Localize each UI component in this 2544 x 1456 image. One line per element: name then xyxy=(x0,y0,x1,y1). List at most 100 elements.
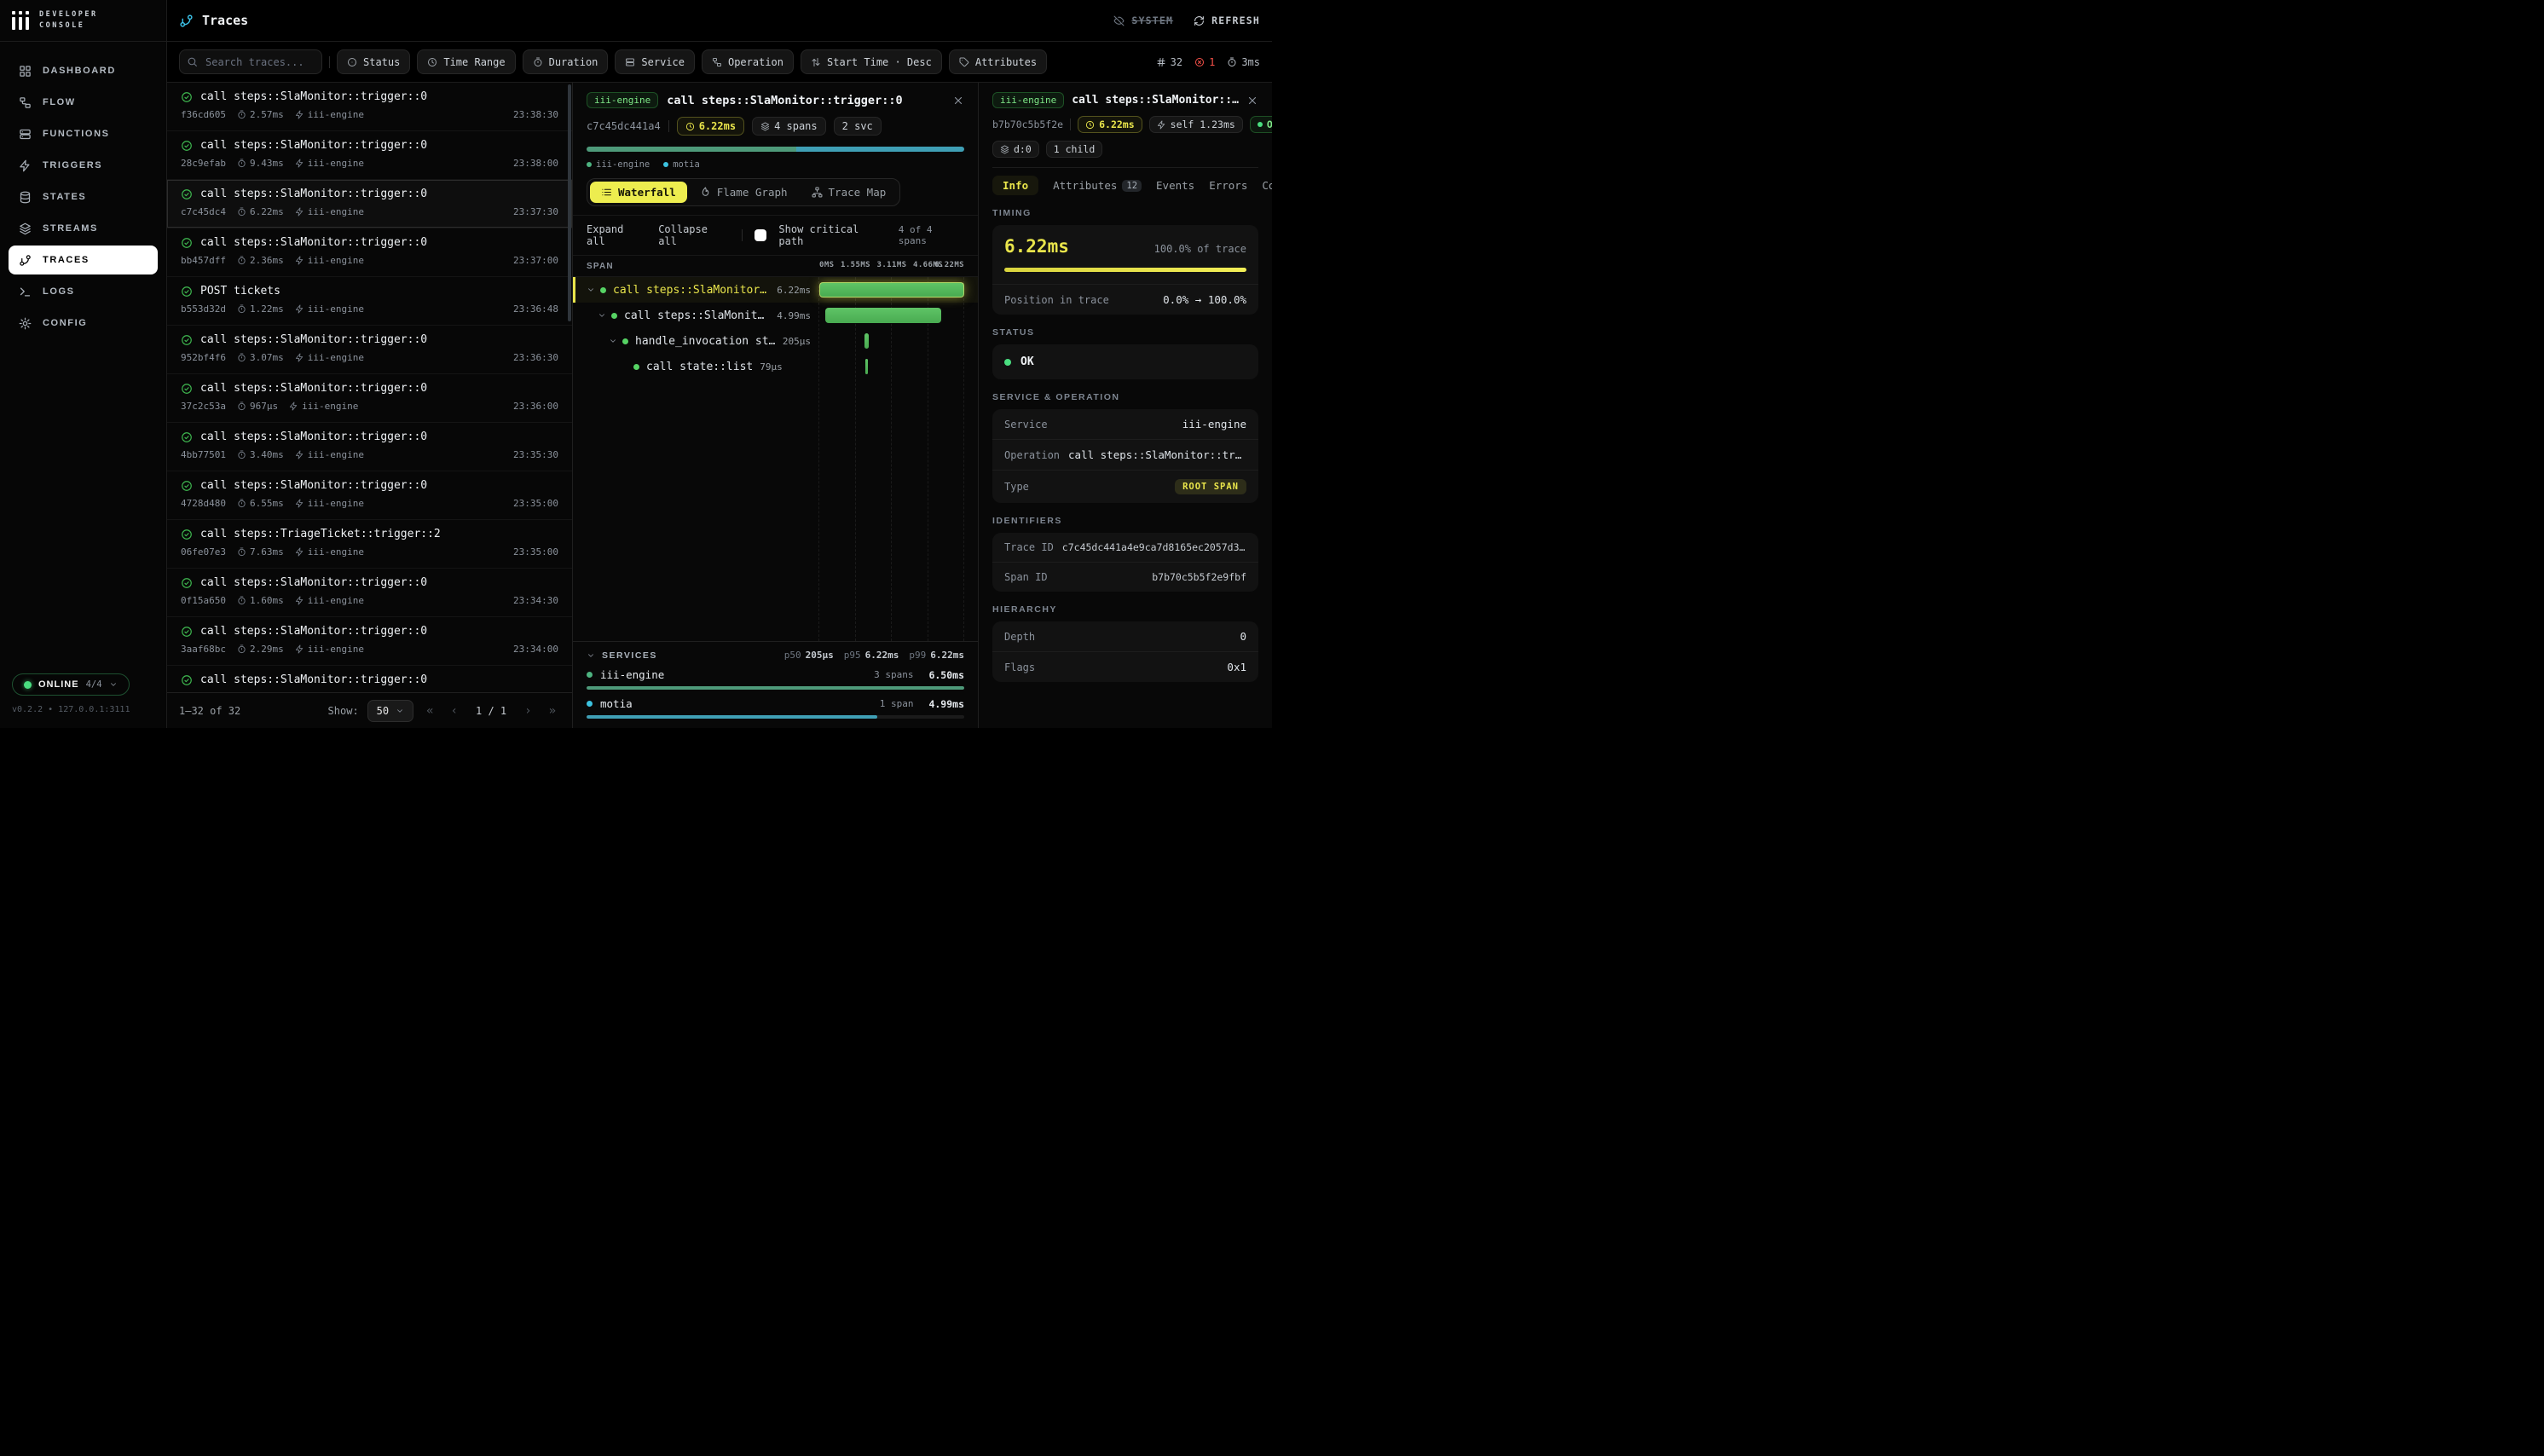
sidebar-item-flow[interactable]: FLOW xyxy=(9,88,158,117)
trace-item-time: 23:38:00 xyxy=(513,158,558,169)
span-count: 4 of 4 spans xyxy=(899,224,964,246)
waterfall-span-row[interactable]: call state::list79µs xyxy=(573,354,978,379)
page-size-select[interactable]: 50 xyxy=(367,700,413,722)
tab-trace-map[interactable]: Trace Map xyxy=(801,182,898,203)
collapse-all-button[interactable]: Collapse all xyxy=(658,223,730,247)
identifier-row: Span IDb7b70c5b5f2e9fbf xyxy=(992,562,1258,592)
service-duration: 4.99ms xyxy=(928,698,964,710)
online-status-pill[interactable]: ONLINE 4/4 xyxy=(12,673,130,696)
sidebar-item-config[interactable]: CONFIG xyxy=(9,309,158,338)
first-page-button[interactable]: « xyxy=(422,704,437,718)
zap-icon xyxy=(295,644,304,654)
stopwatch-icon xyxy=(237,304,246,314)
waterfall-span-row[interactable]: handle_invocation stat…205µs xyxy=(573,328,978,354)
filter-button-time-range[interactable]: Time Range xyxy=(417,49,515,74)
system-toggle-button[interactable]: SYSTEM xyxy=(1113,14,1173,26)
prev-page-button[interactable]: ‹ xyxy=(447,704,462,718)
inspector-tab-attributes[interactable]: Attributes12 xyxy=(1053,176,1142,195)
trace-list-item[interactable]: call steps::SlaMonitor::trigger::0952bf4… xyxy=(167,326,572,374)
filter-button-service[interactable]: Service xyxy=(615,49,695,74)
service-bar-segment-motia xyxy=(796,147,964,152)
filter-button-duration[interactable]: Duration xyxy=(523,49,609,74)
trace-list-item[interactable]: call steps::SlaMonitor::trigger::0f36cd6… xyxy=(167,83,572,131)
sidebar-item-label: DASHBOARD xyxy=(43,66,116,76)
span-duration-bar[interactable] xyxy=(819,282,964,298)
trace-list-item[interactable]: call steps::TriageTicket::trigger::206fe… xyxy=(167,520,572,569)
status-icon xyxy=(347,57,357,67)
filter-button-start-time-desc[interactable]: Start Time · Desc xyxy=(801,49,942,74)
expand-all-button[interactable]: Expand all xyxy=(587,223,646,247)
sidebar-item-traces[interactable]: TRACES xyxy=(9,246,158,274)
trace-list-item[interactable]: call steps::SlaMonitor::trigger::0c7c45d… xyxy=(167,180,572,228)
sidebar-item-dashboard[interactable]: DASHBOARD xyxy=(9,56,158,85)
sidebar-item-functions[interactable]: FUNCTIONS xyxy=(9,119,158,148)
sort-icon xyxy=(811,57,821,67)
kv-value: b7b70c5b5f2e9fbf xyxy=(1152,571,1246,583)
sidebar-item-logs[interactable]: LOGS xyxy=(9,277,158,306)
inspector-tab-errors[interactable]: Errors xyxy=(1209,176,1247,195)
duration-badge: 6.22ms xyxy=(677,117,744,136)
trace-list-item[interactable]: call steps::SlaMonitor::trigger::037c2c5… xyxy=(167,374,572,423)
inspector-tab-context[interactable]: Context xyxy=(1262,176,1272,195)
filter-button-attributes[interactable]: Attributes xyxy=(949,49,1047,74)
chevron-down-icon[interactable] xyxy=(587,651,595,660)
trace-item-service: iii-engine xyxy=(295,498,364,509)
trace-list-item[interactable]: call steps::SlaMonitor::trigger::0bb457d… xyxy=(167,228,572,277)
next-page-button[interactable]: › xyxy=(520,704,535,718)
service-row-iii-engine[interactable]: iii-engine3 spans6.50ms xyxy=(587,668,964,690)
span-title: call steps::SlaMonitor::trigg… xyxy=(1072,94,1239,107)
waterfall-span-row[interactable]: call steps::SlaMonitor::tr…6.22ms xyxy=(573,277,978,303)
trace-item-duration: 3.40ms xyxy=(237,449,284,460)
trace-list-item[interactable]: call steps::SlaMonitor::trigger::00f15a6… xyxy=(167,569,572,617)
trace-item-id: 4728d480 xyxy=(181,498,226,509)
tab-flame-graph[interactable]: Flame Graph xyxy=(689,182,799,203)
sidebar-item-streams[interactable]: STREAMS xyxy=(9,214,158,243)
chevron-down-icon[interactable] xyxy=(609,337,617,345)
close-trace-button[interactable] xyxy=(952,95,964,107)
hierarchy-row: Depth0 xyxy=(992,621,1258,651)
span-duration-bar[interactable] xyxy=(865,359,868,374)
inspector-tab-events[interactable]: Events xyxy=(1156,176,1194,195)
kv-key: Service xyxy=(1004,419,1048,430)
critical-path-checkbox[interactable] xyxy=(755,229,766,241)
kv-value: 0 xyxy=(1240,630,1246,643)
service-row-motia[interactable]: motia1 span4.99ms xyxy=(587,697,964,719)
triggers-icon xyxy=(19,159,32,172)
trace-item-id: c7c45dc4 xyxy=(181,206,226,217)
sidebar-item-triggers[interactable]: TRIGGERS xyxy=(9,151,158,180)
chevron-down-icon[interactable] xyxy=(598,311,606,320)
sidebar-item-states[interactable]: STATES xyxy=(9,182,158,211)
zap-icon xyxy=(1157,120,1166,130)
status-card: OK xyxy=(992,344,1258,379)
span-duration-bar[interactable] xyxy=(825,308,941,323)
filter-button-operation[interactable]: Operation xyxy=(702,49,794,74)
scrollbar-thumb[interactable] xyxy=(568,84,571,321)
tab-waterfall[interactable]: Waterfall xyxy=(590,182,687,203)
close-inspector-button[interactable] xyxy=(1246,95,1258,107)
trace-item-title: call steps::SlaMonitor::trigger::0 xyxy=(200,236,427,249)
legend-iii-engine: iii-engine xyxy=(587,159,650,170)
logo-area: DEVELOPER CONSOLE xyxy=(0,0,166,42)
refresh-button[interactable]: REFRESH xyxy=(1194,14,1260,26)
waterfall-span-row[interactable]: call steps::SlaMonitor::…4.99ms xyxy=(573,303,978,328)
trace-list-item[interactable]: call steps::SlaMonitor::trigger::04bb775… xyxy=(167,423,572,471)
stopwatch-icon xyxy=(237,644,246,654)
trace-list-item[interactable]: POST ticketsb553d32d1.22msiii-engine23:3… xyxy=(167,277,572,326)
span-duration-bar[interactable] xyxy=(864,333,870,349)
status-dot-icon xyxy=(1004,359,1011,366)
close-icon xyxy=(952,95,964,107)
stopwatch-icon xyxy=(237,159,246,168)
chevron-down-icon[interactable] xyxy=(587,286,595,294)
filter-button-status[interactable]: Status xyxy=(337,49,410,74)
root-span-badge: ROOT SPAN xyxy=(1175,479,1246,494)
service-bar-segment-iii-engine xyxy=(587,147,796,152)
search-input[interactable] xyxy=(179,49,322,74)
trace-list-item[interactable]: call steps::SlaMonitor::trigger::03aaf68… xyxy=(167,617,572,666)
last-page-button[interactable]: » xyxy=(545,704,560,718)
percentile-p95: p956.22ms xyxy=(844,650,899,661)
trace-list-item[interactable]: call steps::SlaMonitor::trigger::028c9ef… xyxy=(167,131,572,180)
trace-item-duration: 9.43ms xyxy=(237,158,284,169)
inspector-tab-info[interactable]: Info xyxy=(992,176,1038,195)
trace-list-item[interactable]: call steps::SlaMonitor::trigger::01f18ef… xyxy=(167,666,572,692)
trace-list-item[interactable]: call steps::SlaMonitor::trigger::04728d4… xyxy=(167,471,572,520)
